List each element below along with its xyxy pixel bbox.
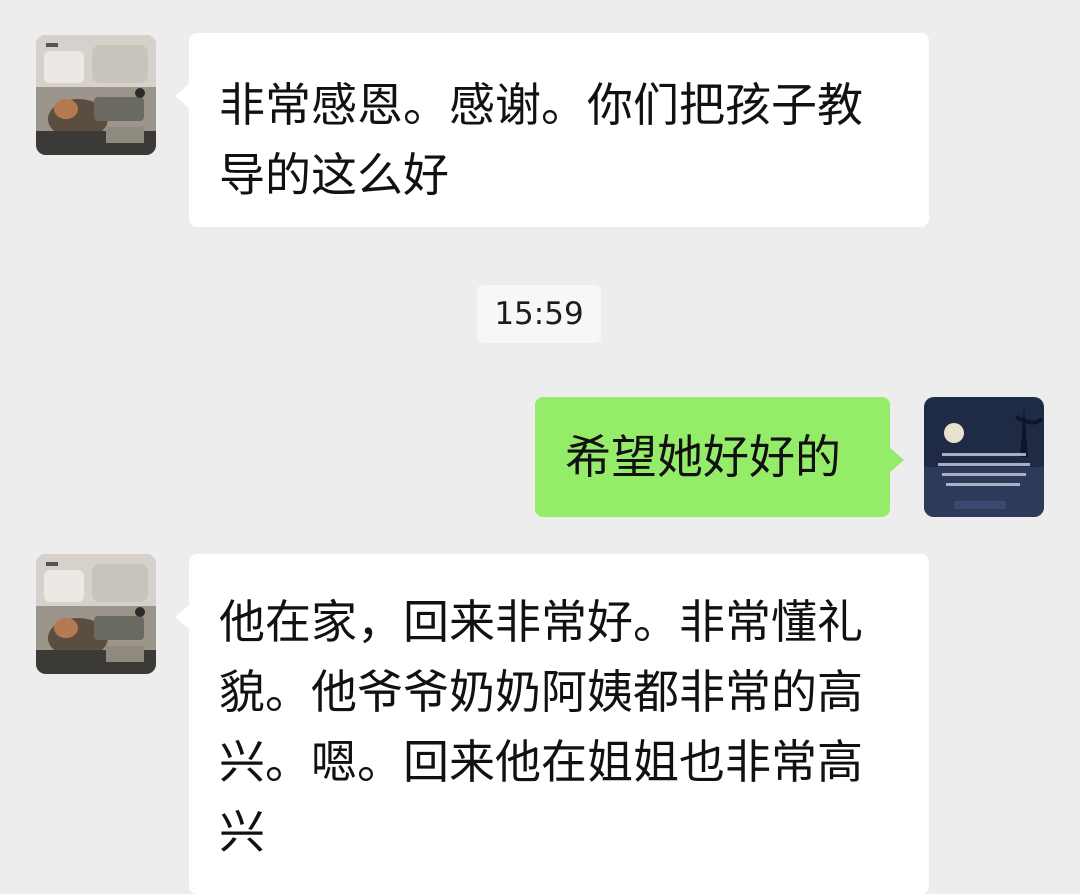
message-bubble-incoming[interactable]: 他在家，回来非常好。非常懂礼貌。他爷爷奶奶阿姨都非常的高兴。嗯。回来他在姐姐也非… bbox=[175, 554, 929, 894]
my-avatar[interactable] bbox=[924, 397, 1044, 517]
contact-avatar-photo bbox=[36, 554, 156, 674]
message-text: 希望她好好的 bbox=[565, 430, 841, 484]
contact-avatar[interactable] bbox=[36, 35, 156, 155]
contact-avatar-photo bbox=[36, 35, 156, 155]
timestamp-chip: 15:59 bbox=[477, 285, 601, 343]
my-avatar-photo bbox=[924, 397, 1044, 517]
message-bubble-incoming[interactable]: 非常感恩。感谢。你们把孩子教导的这么好 bbox=[175, 33, 929, 227]
message-text: 他在家，回来非常好。非常懂礼貌。他爷爷奶奶阿姨都非常的高兴。嗯。回来他在姐姐也非… bbox=[219, 595, 863, 859]
message-bubble-outgoing[interactable]: 希望她好好的 bbox=[535, 397, 904, 517]
message-text: 非常感恩。感谢。你们把孩子教导的这么好 bbox=[219, 78, 863, 202]
contact-avatar[interactable] bbox=[36, 554, 156, 674]
